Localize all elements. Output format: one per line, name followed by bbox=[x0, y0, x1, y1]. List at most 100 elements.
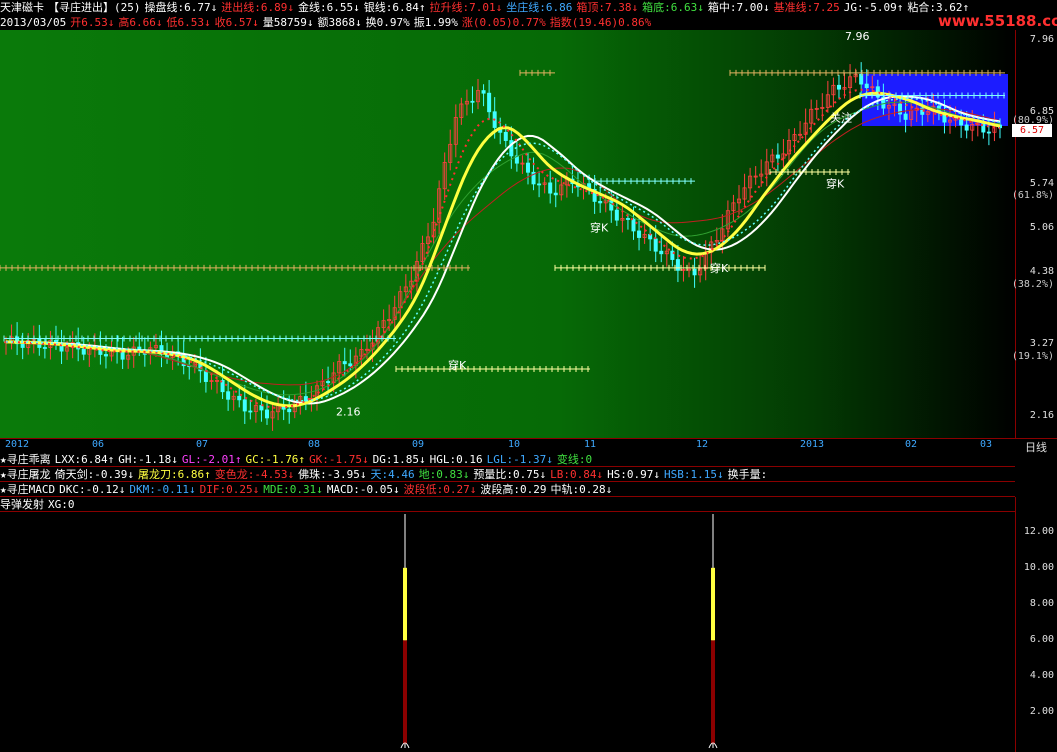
header-item: 箱底:6.63↓ bbox=[642, 1, 704, 14]
price-axis-label: (19.1%) bbox=[1011, 350, 1054, 362]
date-tick: 12 bbox=[696, 439, 709, 450]
header-item: 操盘线:6.77↓ bbox=[144, 1, 218, 14]
price-axis-label: 3.27 bbox=[1029, 337, 1054, 349]
indicator-item: DKC:-0.12↓ bbox=[59, 483, 126, 496]
sub-axis: 12.00 10.00 8.00 6.00 4.00 2.00 bbox=[1015, 497, 1057, 752]
indicator-item: GL:-2.01↑ bbox=[181, 453, 242, 466]
price-axis-label: (38.2%) bbox=[1011, 278, 1054, 290]
date-tick: 2013 bbox=[800, 439, 825, 450]
indicator-item: MDE:0.31↓ bbox=[263, 483, 323, 496]
chart-annotation: 关注 bbox=[830, 110, 852, 124]
indicator-item: 倚天剑:-0.39↓ bbox=[54, 468, 134, 481]
header-item: 额3868↓ bbox=[317, 16, 362, 29]
header-item: 2013/03/05 bbox=[0, 16, 67, 29]
indicator-item: HGL:0.16 bbox=[429, 453, 483, 466]
watermark: www.55188.com bbox=[938, 12, 1057, 30]
chart-annotation: 穿K bbox=[826, 177, 845, 191]
sub-axis-label: 2.00 bbox=[1029, 706, 1054, 717]
main-price-chart[interactable]: 穿K 穿K 穿K 穿K 关注 2.16 7.96 bbox=[0, 30, 1015, 438]
header-line1: 天津磁卡 【寻庄进出】(25) 操盘线:6.77↓ 进出线:6.89↓ 金线:6.55↓… bbox=[0, 0, 1057, 15]
indicator-item: GH:-1.18↓ bbox=[118, 453, 178, 466]
indicator-item: 变色龙:-4.53↓ bbox=[214, 468, 295, 481]
header-item: JG:-5.09↑ bbox=[843, 1, 904, 14]
header-item: 银线:6.84↑ bbox=[363, 1, 426, 14]
date-axis: 日线 2012 06 07 08 09 10 11 12 2013 02 03 bbox=[0, 438, 1057, 454]
indicator-row: ★寻庄屠龙 倚天剑:-0.39↓ 屠龙刀:6.86↑ 变色龙:-4.53↓ 佛珠:-3.… bbox=[0, 467, 1057, 482]
header-item: 进出线:6.89↓ bbox=[221, 1, 294, 14]
indicator-item: LGL:-1.37↓ bbox=[486, 453, 553, 466]
indicator-item: 屠龙刀:6.86↑ bbox=[137, 468, 211, 481]
current-price-tag: 6.57 bbox=[1012, 123, 1052, 137]
indicator-item: 换手量: bbox=[727, 468, 768, 481]
price-axis-label: 7.96 bbox=[1029, 33, 1054, 45]
header-item: 开6.53↓ bbox=[70, 16, 115, 29]
indicator-item: 佛珠:-3.95↓ bbox=[298, 468, 367, 481]
indicator-item: HS:0.97↓ bbox=[607, 468, 661, 481]
indicator-item: 变线:0 bbox=[556, 453, 593, 466]
header-item: 振1.99% bbox=[413, 16, 458, 29]
indicator-item: DG:1.85↓ bbox=[372, 453, 426, 466]
sub-axis-label: 8.00 bbox=[1029, 598, 1054, 609]
indicator-item: 波段低:0.27↓ bbox=[403, 483, 477, 496]
indicator-item: ★寻庄乖离 bbox=[0, 453, 51, 466]
header-item: 【寻庄进出】(25) bbox=[48, 1, 141, 14]
header-item: 箱中:7.00↓ bbox=[707, 1, 770, 14]
sub-axis-label: 12.00 bbox=[1023, 526, 1054, 537]
indicator-item: 中轨:0.28↓ bbox=[550, 483, 613, 496]
indicator-item: MACD:-0.05↓ bbox=[326, 483, 400, 496]
price-axis-label: 2.16 bbox=[1029, 409, 1054, 421]
header-item: 涨(0.05)0.77% bbox=[461, 16, 546, 29]
indicator-row: ★寻庄乖离 LXX:6.84↑ GH:-1.18↓ GL:-2.01↑ GC:-1.76… bbox=[0, 452, 1057, 467]
sub-background bbox=[0, 512, 1015, 752]
indicator-item: ★寻庄屠龙 bbox=[0, 468, 51, 481]
chart-annotation: 穿K bbox=[590, 221, 609, 235]
indicator-row: ★寻庄MACD DKC:-0.12↓ DKM:-0.11↓ DIF:0.25↓ MDE:… bbox=[0, 482, 1057, 497]
date-tick: 2012 bbox=[5, 439, 30, 450]
indicator-item: 波段高:0.29 bbox=[480, 483, 547, 496]
sub-axis-label: 4.00 bbox=[1029, 670, 1054, 681]
header-item: 收6.57↓ bbox=[214, 16, 259, 29]
header-item: 天津磁卡 bbox=[0, 1, 44, 14]
price-axis-label: 5.74 bbox=[1029, 177, 1054, 189]
missile-chart[interactable] bbox=[0, 512, 1015, 752]
price-axis: 7.96 6.85 (80.9%) 5.74 (61.8%) 5.06 4.38 (38.2%… bbox=[1011, 30, 1057, 438]
header-item: 换0.97% bbox=[365, 16, 410, 29]
chart-annotation: 2.16 bbox=[336, 406, 361, 419]
indicator-item: LB:0.84↓ bbox=[550, 468, 604, 481]
date-tick: 02 bbox=[905, 439, 918, 450]
chart-annotation: 穿K bbox=[448, 358, 467, 372]
indicator-item: 预量比:0.75↓ bbox=[473, 468, 547, 481]
indicator-item: LXX:6.84↑ bbox=[54, 453, 115, 466]
header-item: 指数(19.46)0.86% bbox=[549, 16, 652, 29]
price-axis-label: 4.38 bbox=[1029, 265, 1054, 277]
date-tick: 06 bbox=[92, 439, 105, 450]
indicator-item: XG:0 bbox=[48, 498, 75, 511]
date-tick: 03 bbox=[980, 439, 993, 450]
header-item: 低6.53↓ bbox=[166, 16, 211, 29]
indicator-item: ★寻庄MACD bbox=[0, 483, 56, 496]
indicator-item: 天:4.46 bbox=[370, 468, 415, 481]
chart-annotation: 穿K bbox=[710, 261, 729, 275]
header-item: 高6.66↓ bbox=[118, 16, 163, 29]
indicator-item: GC:-1.76↑ bbox=[245, 453, 306, 466]
header-item: 拉升线:7.01↓ bbox=[429, 1, 503, 14]
indicator-item: 导弹发射 bbox=[0, 498, 44, 511]
sub-axis-label: 6.00 bbox=[1029, 634, 1054, 645]
date-tick: 09 bbox=[412, 439, 425, 450]
date-tick: 08 bbox=[308, 439, 321, 450]
header-item: 箱顶:7.38↓ bbox=[576, 1, 639, 14]
indicator-item: 地:0.83↓ bbox=[418, 468, 470, 481]
price-axis-label: 5.06 bbox=[1029, 221, 1054, 233]
indicator-item: DKM:-0.11↓ bbox=[129, 483, 196, 496]
header-item: 坐庄线:6.86 bbox=[506, 1, 573, 14]
date-tick: 07 bbox=[196, 439, 209, 450]
indicator-item: GK:-1.75↓ bbox=[309, 453, 369, 466]
header-item: 量58759↓ bbox=[262, 16, 314, 29]
date-tick: 10 bbox=[508, 439, 521, 450]
indicator-item: DIF:0.25↓ bbox=[199, 483, 260, 496]
header-line2: 2013/03/05 开6.53↓ 高6.66↓ 低6.53↓ 收6.57↓ 量58759… bbox=[0, 15, 1057, 30]
date-tick: 11 bbox=[584, 439, 597, 450]
indicator-row: 导弹发射 XG:0 bbox=[0, 497, 1057, 512]
header-item: 基准线:7.25 bbox=[773, 1, 840, 14]
header-item: 金线:6.55↓ bbox=[298, 1, 360, 14]
